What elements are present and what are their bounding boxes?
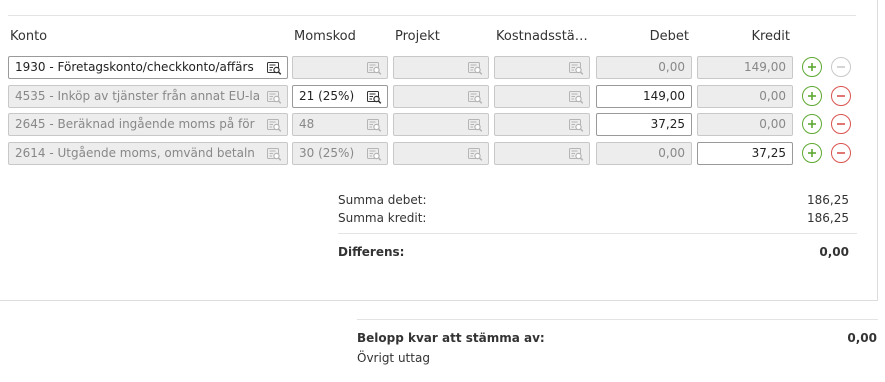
projekt-field[interactable]	[393, 85, 489, 108]
search-list-icon[interactable]	[569, 147, 584, 161]
summa-kredit-value: 186,25	[807, 211, 849, 225]
ovrigt-uttag-label: Övrigt uttag	[357, 351, 430, 365]
divider	[8, 15, 856, 16]
projekt-field[interactable]	[393, 56, 489, 79]
kredit-value: 37,25	[751, 146, 786, 160]
verification-panel: Konto Momskod Projekt Kostnadsstä… Debet…	[0, 0, 878, 301]
kredit-value: 0,00	[759, 117, 786, 131]
search-list-icon[interactable]	[569, 118, 584, 132]
projekt-field[interactable]	[393, 113, 489, 136]
debet-field[interactable]: 0,00	[596, 56, 692, 79]
debet-value: 37,25	[650, 117, 685, 131]
debet-field[interactable]: 149,00	[596, 85, 692, 108]
projekt-field[interactable]	[393, 142, 489, 165]
add-row-button[interactable]	[802, 57, 822, 77]
konto-value: 1930 - Företagskonto/checkkonto/affärs	[15, 60, 254, 74]
kredit-value: 0,00	[759, 89, 786, 103]
debet-value: 149,00	[643, 89, 685, 103]
kostnadsstalle-field[interactable]	[494, 142, 590, 165]
kostnadsstalle-field[interactable]	[494, 56, 590, 79]
debet-field[interactable]: 37,25	[596, 113, 692, 136]
header-kostnadsstalle: Kostnadsstä…	[496, 29, 588, 44]
konto-value: 4535 - Inköp av tjänster från annat EU-l…	[15, 89, 261, 103]
debet-value: 0,00	[658, 146, 685, 160]
konto-field[interactable]: 1930 - Företagskonto/checkkonto/affärs	[8, 56, 288, 79]
header-projekt: Projekt	[395, 29, 440, 44]
differens-label: Differens:	[338, 245, 405, 259]
kredit-field[interactable]: 149,00	[697, 56, 793, 79]
add-row-button[interactable]	[802, 114, 822, 134]
search-list-icon[interactable]	[367, 90, 382, 104]
search-list-icon[interactable]	[468, 147, 483, 161]
kostnadsstalle-field[interactable]	[494, 85, 590, 108]
header-kredit: Kredit	[751, 29, 790, 44]
belopp-kvar-value: 0,00	[847, 331, 877, 345]
add-row-button[interactable]	[802, 86, 822, 106]
footer-divider	[357, 319, 878, 320]
search-list-icon[interactable]	[468, 90, 483, 104]
search-list-icon[interactable]	[267, 61, 282, 75]
debet-field[interactable]: 0,00	[596, 142, 692, 165]
minus-circle-icon	[837, 123, 845, 125]
konto-value: 2645 - Beräknad ingående moms på för	[15, 117, 255, 131]
konto-field[interactable]: 2645 - Beräknad ingående moms på för	[8, 113, 288, 136]
differens-value: 0,00	[819, 245, 849, 259]
add-row-button[interactable]	[802, 143, 822, 163]
plus-circle-icon	[808, 120, 816, 128]
konto-field[interactable]: 4535 - Inköp av tjänster från annat EU-l…	[8, 85, 288, 108]
kostnadsstalle-field[interactable]	[494, 113, 590, 136]
header-debet: Debet	[649, 29, 689, 44]
plus-circle-icon	[808, 63, 816, 71]
momskod-field[interactable]: 21 (25%)	[292, 85, 388, 108]
remove-row-button[interactable]	[831, 57, 851, 77]
momskod-field[interactable]: 30 (25%)	[292, 142, 388, 165]
summa-kredit-label: Summa kredit:	[338, 211, 427, 225]
summa-debet-value: 186,25	[807, 193, 849, 207]
remove-row-button[interactable]	[831, 86, 851, 106]
summary-divider	[338, 233, 857, 234]
konto-value: 2614 - Utgående moms, omvänd betaln	[15, 146, 255, 160]
konto-field[interactable]: 2614 - Utgående moms, omvänd betaln	[8, 142, 288, 165]
momskod-field[interactable]: 48	[292, 113, 388, 136]
kredit-field[interactable]: 0,00	[697, 113, 793, 136]
plus-circle-icon	[808, 92, 816, 100]
momskod-field[interactable]	[292, 56, 388, 79]
belopp-kvar-label: Belopp kvar att stämma av:	[357, 331, 545, 345]
plus-circle-icon	[808, 149, 816, 157]
header-konto: Konto	[10, 29, 48, 44]
search-list-icon[interactable]	[569, 61, 584, 75]
kredit-value: 149,00	[744, 60, 786, 74]
search-list-icon[interactable]	[367, 61, 382, 75]
search-list-icon[interactable]	[267, 147, 282, 161]
search-list-icon[interactable]	[468, 61, 483, 75]
search-list-icon[interactable]	[367, 147, 382, 161]
kredit-field[interactable]: 0,00	[697, 85, 793, 108]
minus-circle-icon	[837, 66, 845, 68]
remove-row-button[interactable]	[831, 143, 851, 163]
search-list-icon[interactable]	[367, 118, 382, 132]
summa-debet-label: Summa debet:	[338, 193, 427, 207]
search-list-icon[interactable]	[569, 90, 584, 104]
minus-circle-icon	[837, 95, 845, 97]
remove-row-button[interactable]	[831, 114, 851, 134]
minus-circle-icon	[837, 152, 845, 154]
search-list-icon[interactable]	[267, 118, 282, 132]
kredit-field[interactable]: 37,25	[697, 142, 793, 165]
search-list-icon[interactable]	[468, 118, 483, 132]
header-momskod: Momskod	[294, 29, 356, 44]
debet-value: 0,00	[658, 60, 685, 74]
search-list-icon[interactable]	[267, 90, 282, 104]
